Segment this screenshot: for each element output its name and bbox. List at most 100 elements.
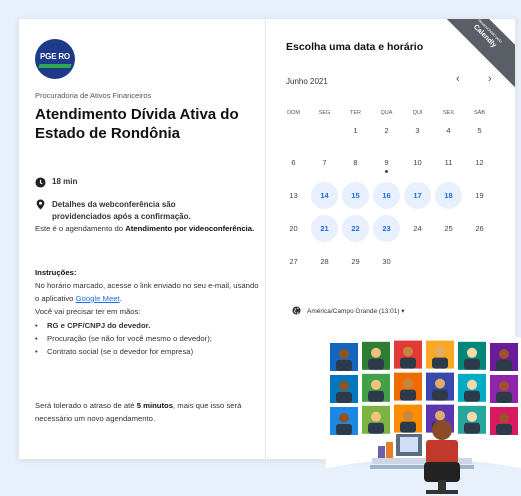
participant-body <box>496 360 512 371</box>
organization-name: Procuradoria de Ativos Financeiros <box>35 91 152 100</box>
participant-body <box>496 392 512 403</box>
calendar-day: 19 <box>475 191 484 200</box>
bullet-proxy: Procuração (se não for você mesmo o deve… <box>47 334 212 343</box>
google-meet-link[interactable]: Google Meet <box>76 294 120 303</box>
globe-icon <box>292 306 301 315</box>
participant-head <box>371 379 381 390</box>
participant-body <box>432 389 448 401</box>
participant-body <box>432 357 448 369</box>
clock-icon <box>35 177 46 188</box>
badge-brand: Calendly <box>471 23 498 50</box>
calendar-day: 1 <box>353 126 358 135</box>
calendar-day-available[interactable]: 14 <box>311 182 338 209</box>
location-pin-icon <box>36 199 45 210</box>
participant-body <box>400 421 416 433</box>
weekday-header: QUA <box>380 110 393 116</box>
participant-body <box>400 357 416 369</box>
logo-text: PGE RO <box>40 52 70 61</box>
list-item: RG e CPF/CNPJ do devedor. <box>35 319 261 332</box>
event-title: Atendimento Dívida Ativa do Estado de Ro… <box>35 106 239 142</box>
calendar-day: 29 <box>351 257 360 266</box>
participant-body <box>336 360 352 371</box>
calendar-day-available[interactable]: 18 <box>435 182 462 209</box>
tolerance-bold: 5 minutos <box>136 401 174 410</box>
calendly-badge[interactable]: desenvolvido pelo Calendly <box>431 19 515 90</box>
participant-head <box>371 411 381 422</box>
calendar-day: 13 <box>289 191 298 200</box>
duration-row: 18 min <box>35 177 77 188</box>
calendar-day: 4 <box>446 126 451 135</box>
participant-body <box>464 390 480 402</box>
instructions-label: Instruções: <box>35 268 77 277</box>
location-text: Detalhes da webconferência são providenc… <box>52 200 191 221</box>
description-intro: Este é o agendamento do Atendimento por … <box>35 222 261 235</box>
weekday-header: SEG <box>318 110 331 116</box>
logo-stripe <box>38 64 72 68</box>
calendar-day: 27 <box>289 257 298 266</box>
calendar-day: 6 <box>291 158 296 167</box>
pge-ro-logo: PGE RO <box>35 39 75 79</box>
participant-head <box>467 347 477 358</box>
participant-head <box>435 410 445 421</box>
calendar-day-available[interactable]: 17 <box>404 182 431 209</box>
event-details-panel: PGE RO Procuradoria de Ativos Financeiro… <box>19 19 266 459</box>
participant-head <box>339 413 349 423</box>
tolerance-text: Será tolerado o atraso de até 5 minutos,… <box>35 399 259 425</box>
list-item: Contrato social (se o devedor for empres… <box>35 345 261 358</box>
next-month-button[interactable]: › <box>488 73 492 85</box>
requirements-list: RG e CPF/CNPJ do devedor. Procuração (se… <box>35 319 261 358</box>
participant-body <box>400 389 416 401</box>
bullet-id-docs: RG e CPF/CNPJ do devedor. <box>47 321 151 330</box>
participant-body <box>336 424 352 435</box>
weekday-header: SEX <box>442 110 454 116</box>
participant-body <box>368 422 384 434</box>
weekday-header: DOM <box>287 110 300 116</box>
participant-body <box>464 358 480 370</box>
today-indicator <box>385 170 388 173</box>
participant-body <box>336 392 352 403</box>
instructions-requirements: Você vai precisar ter em mãos: <box>35 307 141 316</box>
intro-text: Este é o agendamento do <box>35 224 126 233</box>
calendar-day: 5 <box>477 126 482 135</box>
month-label: Junho 2021 <box>286 77 328 86</box>
calendar-day: 28 <box>320 257 329 266</box>
calendar-day-available[interactable]: 22 <box>342 215 369 242</box>
calendar-day: 25 <box>444 224 453 233</box>
participant-body <box>464 422 480 434</box>
calendar-day-available[interactable]: 21 <box>311 215 338 242</box>
calendar-day: 12 <box>475 158 484 167</box>
list-item: Procuração (se não for você mesmo o deve… <box>35 332 261 345</box>
timezone-selector[interactable]: América/Campo Grande (13:01) ▾ <box>292 306 405 315</box>
duration-text: 18 min <box>52 177 78 186</box>
calendar-day: 10 <box>413 158 422 167</box>
participant-body <box>368 390 384 402</box>
participant-head <box>403 378 413 389</box>
participant-head <box>339 349 349 359</box>
calendar-day: 2 <box>384 126 389 135</box>
participant-head <box>339 381 349 391</box>
weekday-header: QUI <box>412 110 423 116</box>
calendar-day-available[interactable]: 23 <box>373 215 400 242</box>
weekday-header: SÁB <box>473 110 485 116</box>
participant-head <box>435 378 445 389</box>
instructions-text: No horário marcado, acesse o link enviad… <box>35 279 261 318</box>
calendar-day-available[interactable]: 15 <box>342 182 369 209</box>
calendar-day: 8 <box>353 158 358 167</box>
weekday-header: TER <box>350 110 361 116</box>
calendar-day: 7 <box>322 158 327 167</box>
timezone-text: América/Campo Grande (13:01) ▾ <box>307 307 405 315</box>
participant-head <box>499 349 509 359</box>
tolerance-pre: Será tolerado o atraso de até <box>35 401 137 410</box>
bullet-contract: Contrato social (se o devedor for empres… <box>47 347 194 356</box>
calendar-day: 20 <box>289 224 298 233</box>
instructions-pre: No horário marcado, acesse o link enviad… <box>35 281 259 303</box>
participant-head <box>403 346 413 357</box>
participant-head <box>403 410 413 421</box>
calendar-day: 3 <box>415 126 420 135</box>
calendar-day: 24 <box>413 224 422 233</box>
calendar-day: 11 <box>444 158 453 167</box>
prev-month-button[interactable]: ‹ <box>456 73 460 85</box>
calendar-day: 30 <box>382 257 391 266</box>
participant-head <box>467 379 477 390</box>
calendar-day-available[interactable]: 16 <box>373 182 400 209</box>
